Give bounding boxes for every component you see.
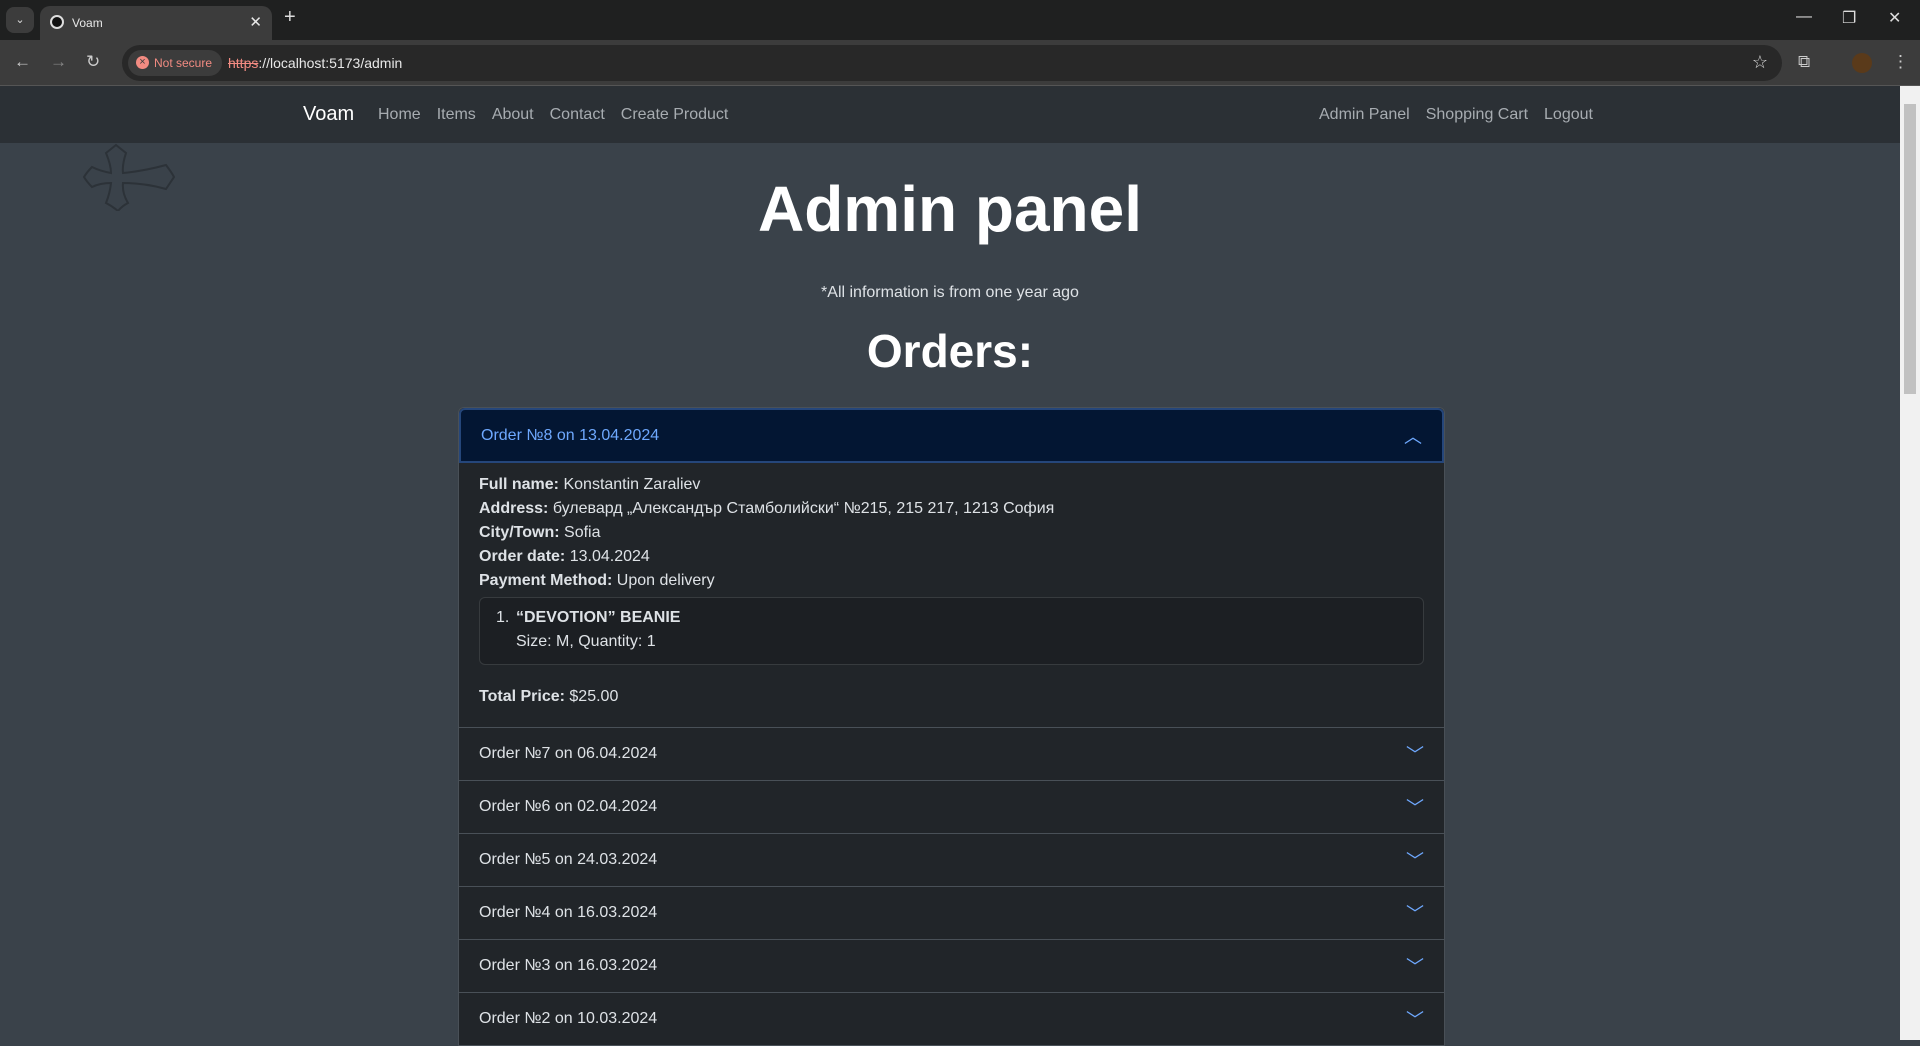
chevron-down-icon: ﹀ <box>1406 745 1424 765</box>
restore-icon[interactable]: ❐ <box>1842 8 1856 28</box>
field-city: City/Town: Sofia <box>479 524 601 541</box>
close-tab-icon[interactable]: ✕ <box>249 13 262 31</box>
order-header-7[interactable]: Order №7 on 06.04.2024 ﹀ <box>459 727 1444 780</box>
field-address: Address: булевард „Александър Стамболийс… <box>479 500 1055 517</box>
nav-admin-panel[interactable]: Admin Panel <box>1319 106 1410 124</box>
page-title: Admin panel <box>757 173 1143 245</box>
extensions-icon[interactable]: ⧉ <box>1798 52 1810 72</box>
nav-about[interactable]: About <box>492 106 534 124</box>
order-items-list: 1. “DEVOTION” BEANIE Size: M, Quantity: 1 <box>479 597 1424 665</box>
orders-accordion: Order №8 on 13.04.2024 ︿ Full name: Kons… <box>458 407 1445 1046</box>
url-text[interactable]: https://localhost:5173/admin <box>228 55 402 71</box>
nav-logout[interactable]: Logout <box>1544 106 1593 124</box>
tab-search-button[interactable]: ⌄ <box>6 7 34 33</box>
field-order-date: Order date: 13.04.2024 <box>479 548 650 565</box>
list-item: 1. “DEVOTION” BEANIE <box>496 609 681 626</box>
scrollbar-thumb[interactable] <box>1904 104 1916 394</box>
chevron-down-icon: ﹀ <box>1406 1010 1424 1030</box>
brand-link[interactable]: Voam <box>303 103 354 126</box>
nav-home[interactable]: Home <box>378 106 421 124</box>
order-header-8[interactable]: Order №8 on 13.04.2024 ︿ <box>459 408 1444 463</box>
order-header-5[interactable]: Order №5 on 24.03.2024 ﹀ <box>459 833 1444 886</box>
menu-icon[interactable]: ⋮ <box>1892 52 1909 72</box>
page-subtitle: *All information is from one year ago <box>821 284 1079 301</box>
chevron-down-icon: ﹀ <box>1406 904 1424 924</box>
order-header-4[interactable]: Order №4 on 16.03.2024 ﹀ <box>459 886 1444 939</box>
new-tab-icon[interactable]: + <box>284 6 296 29</box>
chevron-down-icon: ﹀ <box>1406 957 1424 977</box>
bookmark-star-icon[interactable]: ☆ <box>1752 52 1768 73</box>
browser-toolbar: ← → ↻ Not secure https://localhost:5173/… <box>0 40 1920 86</box>
chevron-down-icon: ﹀ <box>1406 798 1424 818</box>
profile-avatar[interactable] <box>1852 53 1872 73</box>
browser-tab-bar: ⌄ Voam ✕ + — ❐ ✕ <box>0 0 1920 40</box>
nav-create-product[interactable]: Create Product <box>621 106 729 124</box>
total-price: Total Price: $25.00 <box>479 688 619 705</box>
site-navbar: Voam Home Items About Contact Create Pro… <box>0 86 1900 143</box>
not-secure-badge[interactable]: Not secure <box>128 50 223 76</box>
scrollbar[interactable] <box>1900 86 1920 1040</box>
favicon-icon <box>50 15 64 29</box>
nav-left: Home Items About Contact Create Product <box>378 106 728 124</box>
reload-icon[interactable]: ↻ <box>86 52 100 72</box>
chevron-down-icon: ﹀ <box>1406 851 1424 871</box>
order-header-3[interactable]: Order №3 on 16.03.2024 ﹀ <box>459 939 1444 992</box>
field-full-name: Full name: Konstantin Zaraliev <box>479 476 701 493</box>
order-header-6[interactable]: Order №6 on 02.04.2024 ﹀ <box>459 780 1444 833</box>
order-header-2[interactable]: Order №2 on 10.03.2024 ﹀ <box>459 992 1444 1045</box>
browser-tab[interactable]: Voam ✕ <box>40 6 272 40</box>
nav-items[interactable]: Items <box>437 106 476 124</box>
back-icon[interactable]: ← <box>14 52 31 72</box>
tab-title: Voam <box>72 16 103 30</box>
minimize-icon[interactable]: — <box>1796 8 1812 26</box>
nav-contact[interactable]: Contact <box>550 106 605 124</box>
nav-right: Admin Panel Shopping Cart Logout <box>1319 106 1593 124</box>
close-window-icon[interactable]: ✕ <box>1888 8 1901 28</box>
field-payment-method: Payment Method: Upon delivery <box>479 572 715 589</box>
order-body-8: Full name: Konstantin Zaraliev Address: … <box>459 463 1444 727</box>
orders-heading: Orders: <box>866 325 1034 377</box>
item-details: Size: M, Quantity: 1 <box>516 633 656 650</box>
nav-shopping-cart[interactable]: Shopping Cart <box>1426 106 1528 124</box>
forward-icon[interactable]: → <box>50 52 67 72</box>
address-bar[interactable]: Not secure https://localhost:5173/admin … <box>122 45 1782 81</box>
chevron-up-icon: ︿ <box>1404 426 1422 447</box>
